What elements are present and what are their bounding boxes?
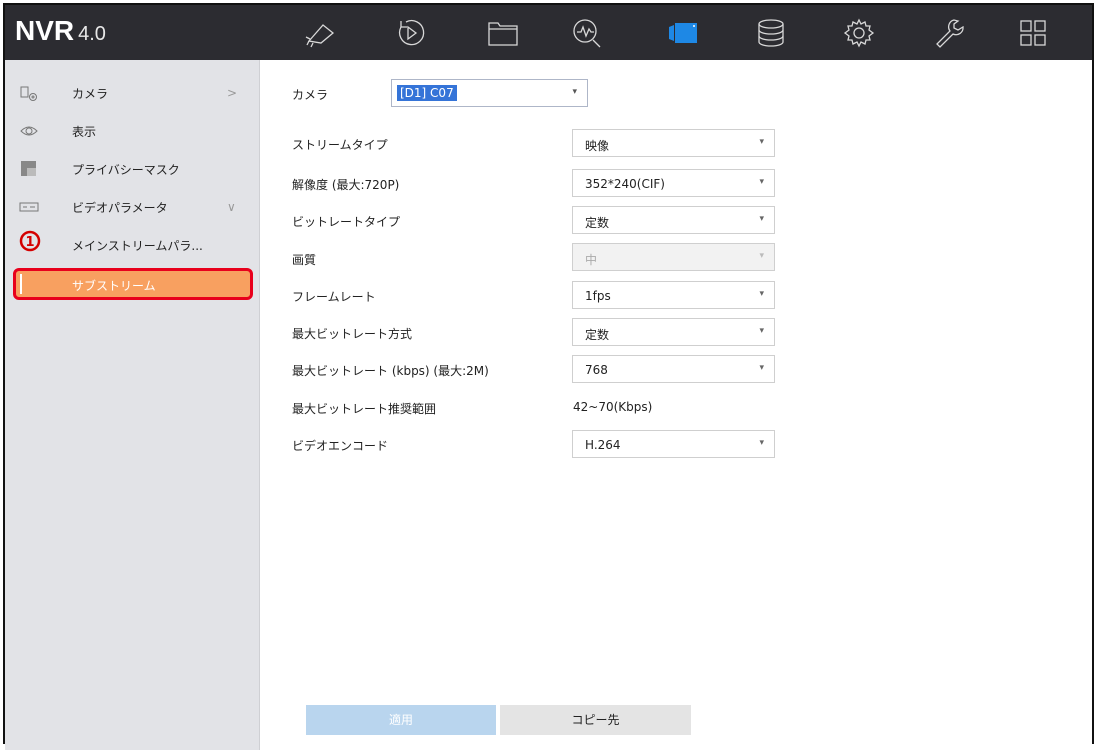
sidebar: カメラ > 表示 プライバシーマスク ビデオパラメータ ∨ メインストリームパラ… — [5, 60, 260, 750]
stream-type-value: 映像 — [585, 139, 610, 153]
stream-type-label: ストリームタイプ — [292, 138, 388, 152]
bitrate-type-label: ビットレートタイプ — [292, 215, 401, 229]
sidebar-item-label: プライバシーマスク — [72, 162, 180, 177]
max-bitrate-label: 最大ビットレート (kbps) (最大:2M) — [292, 364, 489, 378]
max-bitrate-mode-value: 定数 — [585, 328, 610, 342]
recommended-bitrate-value: 42~70(Kbps) — [573, 400, 653, 414]
sidebar-item-label: カメラ — [72, 86, 109, 101]
resolution-label: 解像度 (最大:720P) — [292, 178, 400, 192]
apply-button[interactable]: 適用 — [306, 705, 496, 735]
resolution-select[interactable]: 352*240(CIF) ▾ — [572, 169, 775, 197]
resolution-value: 352*240(CIF) — [585, 177, 665, 191]
sidebar-item-label: ビデオパラメータ — [72, 200, 168, 215]
camera-select[interactable]: [D1] C07 ▾ — [391, 79, 588, 107]
sidebar-item-label: メインストリームパラ... — [72, 238, 203, 253]
maintenance-icon[interactable] — [927, 15, 971, 51]
eye-icon — [19, 122, 39, 140]
dropdown-arrow-icon: ▾ — [759, 438, 764, 448]
camera-select-value: [D1] C07 — [397, 85, 457, 101]
dropdown-arrow-icon: ▾ — [759, 251, 764, 261]
camera-settings-icon — [19, 84, 39, 102]
video-encoding-select[interactable]: H.264 ▾ — [572, 430, 775, 458]
storage-icon[interactable] — [749, 15, 793, 51]
image-quality-value: 中 — [585, 253, 598, 267]
video-encoding-label: ビデオエンコード — [292, 439, 389, 453]
sidebar-item-label: 表示 — [72, 124, 97, 139]
dropdown-arrow-icon: ▾ — [572, 87, 577, 97]
image-quality-label: 画質 — [292, 253, 317, 267]
playback-icon[interactable] — [389, 15, 433, 51]
grid-menu-icon[interactable] — [1011, 15, 1055, 51]
annotation-number-icon: 1 — [19, 230, 41, 252]
dropdown-arrow-icon: ▾ — [759, 289, 764, 299]
sidebar-item-label: サブストリーム — [72, 279, 156, 293]
live-view-icon[interactable] — [298, 15, 342, 51]
max-bitrate-select[interactable]: 768 ▾ — [572, 355, 775, 383]
frame-rate-select[interactable]: 1fps ▾ — [572, 281, 775, 309]
stream-type-select[interactable]: 映像 ▾ — [572, 129, 775, 157]
sidebar-item-video-parameters[interactable]: ビデオパラメータ ∨ — [5, 192, 259, 222]
sidebar-item-main-stream[interactable]: メインストリームパラ... — [5, 230, 259, 260]
dropdown-arrow-icon: ▾ — [759, 214, 764, 224]
system-config-icon[interactable] — [837, 15, 881, 51]
nvr-logo: NVR 4.0 — [15, 15, 106, 46]
bitrate-type-select[interactable]: 定数 ▾ — [572, 206, 775, 234]
top-navigation-bar: NVR 4.0 — [5, 5, 1092, 60]
privacy-mask-icon — [19, 160, 39, 178]
dropdown-arrow-icon: ▾ — [759, 363, 764, 373]
dropdown-arrow-icon: ▾ — [759, 326, 764, 336]
bitrate-type-value: 定数 — [585, 216, 610, 230]
chevron-right-icon: > — [227, 86, 238, 100]
image-quality-select: 中 ▾ — [572, 243, 775, 271]
main-content: カメラ [D1] C07 ▾ ストリームタイプ 映像 ▾ 解像度 (最大:720P… — [261, 60, 1092, 744]
dropdown-arrow-icon: ▾ — [759, 137, 764, 147]
recommended-bitrate-label: 最大ビットレート推奨範囲 — [292, 402, 437, 416]
copy-to-button[interactable]: コピー先 — [500, 705, 691, 735]
smart-analysis-icon[interactable] — [565, 15, 609, 51]
max-bitrate-value: 768 — [585, 363, 608, 377]
sidebar-item-camera[interactable]: カメラ > — [5, 78, 259, 108]
sidebar-item-display[interactable]: 表示 — [5, 116, 259, 146]
dropdown-arrow-icon: ▾ — [759, 177, 764, 187]
video-parameters-icon — [19, 198, 39, 216]
sidebar-item-privacy-mask[interactable]: プライバシーマスク — [5, 154, 259, 184]
nvr-window: NVR 4.0 カメラ > 表示 プライバシーマスク ビデオパラメータ ∨ メイ… — [3, 3, 1094, 750]
file-management-icon[interactable] — [481, 15, 525, 51]
frame-rate-value: 1fps — [585, 289, 611, 303]
camera-label: カメラ — [292, 88, 329, 102]
video-encoding-value: H.264 — [585, 438, 621, 452]
frame-rate-label: フレームレート — [292, 290, 376, 304]
sidebar-item-sub-stream[interactable]: サブストリーム — [13, 268, 253, 300]
svg-text:1: 1 — [25, 235, 34, 250]
max-bitrate-mode-label: 最大ビットレート方式 — [292, 327, 413, 341]
chevron-down-icon: ∨ — [227, 200, 236, 214]
camera-icon[interactable] — [661, 15, 705, 51]
active-indicator — [20, 274, 22, 294]
max-bitrate-mode-select[interactable]: 定数 ▾ — [572, 318, 775, 346]
